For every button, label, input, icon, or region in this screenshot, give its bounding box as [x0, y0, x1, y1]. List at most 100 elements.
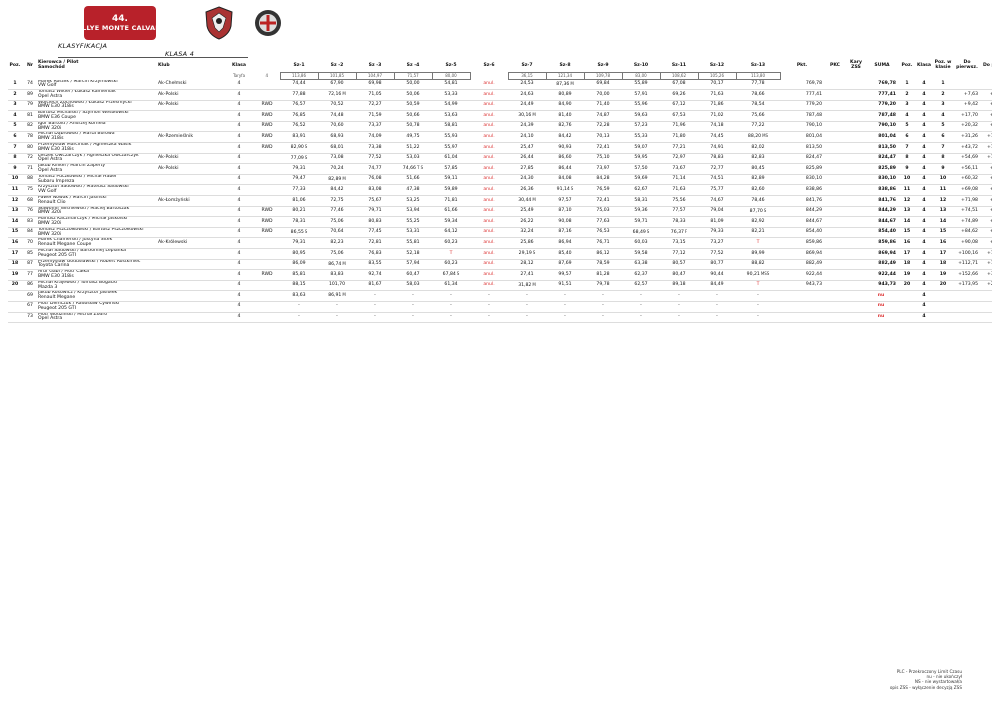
stage-time: 59,36	[634, 208, 648, 214]
number-cell: 88	[22, 174, 38, 186]
stage-time-cell: 69,84	[584, 79, 622, 91]
stage-time: 75,77	[710, 186, 724, 192]
stage-time-cell: 71,59	[356, 110, 394, 122]
stage-time-cell: -	[622, 301, 660, 313]
points-cell: 801,04	[780, 131, 824, 144]
club-cell	[158, 206, 224, 218]
stage-time: 91,51	[558, 282, 572, 288]
limit-value: 104,97	[355, 72, 395, 80]
class-cell: 4	[224, 100, 254, 112]
stage-time-cell: 70,13	[584, 131, 622, 144]
position-cell: 4	[8, 110, 22, 122]
drive-cell	[254, 174, 280, 186]
stage-time: 50,59	[406, 102, 420, 108]
column-header: Klasa	[231, 62, 247, 68]
stage-time: -	[716, 303, 718, 309]
rally-logo: 44. RALLYE MONTE CALVARIA	[84, 6, 156, 40]
club-cell: Ak-Polski	[158, 163, 224, 175]
crew-cell: Jakub Kosowicz / Krzysztof Jasiołek Renau…	[38, 290, 158, 302]
stage-time: 55,33	[634, 133, 648, 139]
stage-time-cell: -	[698, 301, 736, 313]
table-row: 6 78 Michał Dąbrowski / Marta Borowa BMW 31…	[8, 131, 992, 144]
table-row: 5 82 Igor Bartold / Andrzej Kornela BMW 320…	[8, 121, 992, 133]
stage-time-cell: -	[470, 301, 508, 313]
stage-time: 77,22	[751, 123, 765, 129]
stage-time: 80,83	[368, 218, 382, 224]
penalty-flag: T S	[416, 165, 424, 171]
penalty-flag: S	[532, 250, 536, 255]
class-position-cell: 6	[932, 131, 954, 144]
stage-time: 54,81	[444, 81, 458, 87]
stage-time: 78,66	[751, 91, 765, 97]
stage-time: 76,59	[596, 186, 610, 192]
column-header: Kary ZSS	[850, 60, 862, 71]
stage-time-cell: 24,53	[508, 79, 546, 91]
penalty-flag: S	[304, 154, 308, 160]
car-model: Toyota Carina	[38, 263, 70, 269]
stage-time: 29,19	[518, 251, 532, 256]
number-cell: 84	[22, 227, 38, 239]
crew-cell: Tomasz Puczkowski / Michał Haber Subaru I…	[38, 174, 158, 186]
stage-time: 76,53	[596, 229, 610, 235]
stage-time: 82,89	[328, 176, 342, 182]
number-cell: 80	[22, 142, 38, 154]
points-cell: 779,20	[780, 100, 824, 112]
stage-time-cell: 55,25	[394, 216, 432, 228]
stage-time: 71,63	[672, 186, 686, 192]
class-position-cell: 3	[932, 100, 954, 112]
limit-value: 80,00	[431, 72, 471, 80]
car-model: VW Golf	[38, 189, 57, 195]
stage-time-cell: 87,69	[546, 259, 584, 271]
crew-cell: Bartosz Michalski / Szymon Wesołowski BMW…	[38, 110, 158, 122]
stage-time-cell: 79,31	[280, 237, 318, 249]
stage-time: 63,38	[634, 261, 648, 267]
overall-position-cell: 17	[898, 248, 916, 260]
stage-time-cell: 57,50	[622, 163, 660, 175]
stage-time-cell: 77,33	[280, 184, 318, 197]
stage-time-cell: -	[394, 290, 432, 302]
number-cell: 68	[22, 195, 38, 207]
penalty-cell	[846, 100, 866, 112]
stage-time-cell: 72,77	[698, 163, 736, 175]
gap-to-first-cell: +60,32	[954, 174, 980, 186]
gap-to-previous-cell: +8,76	[980, 184, 992, 197]
stage-time: 77,57	[672, 208, 686, 214]
stage-time-cell: -	[508, 290, 546, 302]
crew-cell: Tomasz Pszczółkowski / Bartosz Pszczółko…	[38, 227, 158, 239]
number-cell: 70	[22, 237, 38, 249]
stage-time: 71,81	[444, 197, 458, 203]
stage-time-cell: -	[660, 312, 698, 324]
stage-time-cell: 73,08	[318, 153, 356, 165]
gap-to-first-cell: +74,51	[954, 206, 980, 218]
stage-time-cell: 79,47	[280, 174, 318, 186]
limit-value: 121,34	[545, 72, 585, 80]
stage-time: -	[412, 292, 414, 298]
drive-cell: RWD	[254, 121, 280, 133]
stage-time: -	[526, 314, 528, 320]
stage-time: T	[449, 250, 453, 256]
stage-time-cell: 26,44	[508, 153, 546, 165]
class-cell: 4	[224, 153, 254, 165]
class-cell: 4	[224, 312, 254, 324]
position-cell: 14	[8, 216, 22, 228]
stage-time-cell: 80,21	[280, 206, 318, 218]
stage-time: 77,33	[292, 186, 306, 192]
stage-time-cell: 80,95	[280, 248, 318, 260]
stage-time: -	[564, 314, 566, 320]
stage-time: -	[336, 303, 338, 309]
stage-time: 78,83	[710, 155, 724, 161]
class-number-cell: 4	[916, 280, 932, 292]
pkc-cell	[824, 301, 846, 313]
stage-time: -	[640, 292, 642, 298]
stage-time: 70,64	[330, 229, 344, 235]
class-position-cell: 16	[932, 237, 954, 249]
stage-time-cell: 97,57	[546, 195, 584, 207]
table-cell	[824, 73, 846, 80]
stage-time-cell: 71,96	[660, 121, 698, 133]
stage-time: 50,66	[406, 112, 420, 118]
stage-time: 77,78	[751, 81, 765, 87]
stage-time: 50,06	[406, 91, 420, 97]
car-model: Renault Megane Coupe	[38, 242, 92, 248]
stage-time-cell: 81,28	[584, 269, 622, 281]
table-cell	[980, 73, 992, 80]
